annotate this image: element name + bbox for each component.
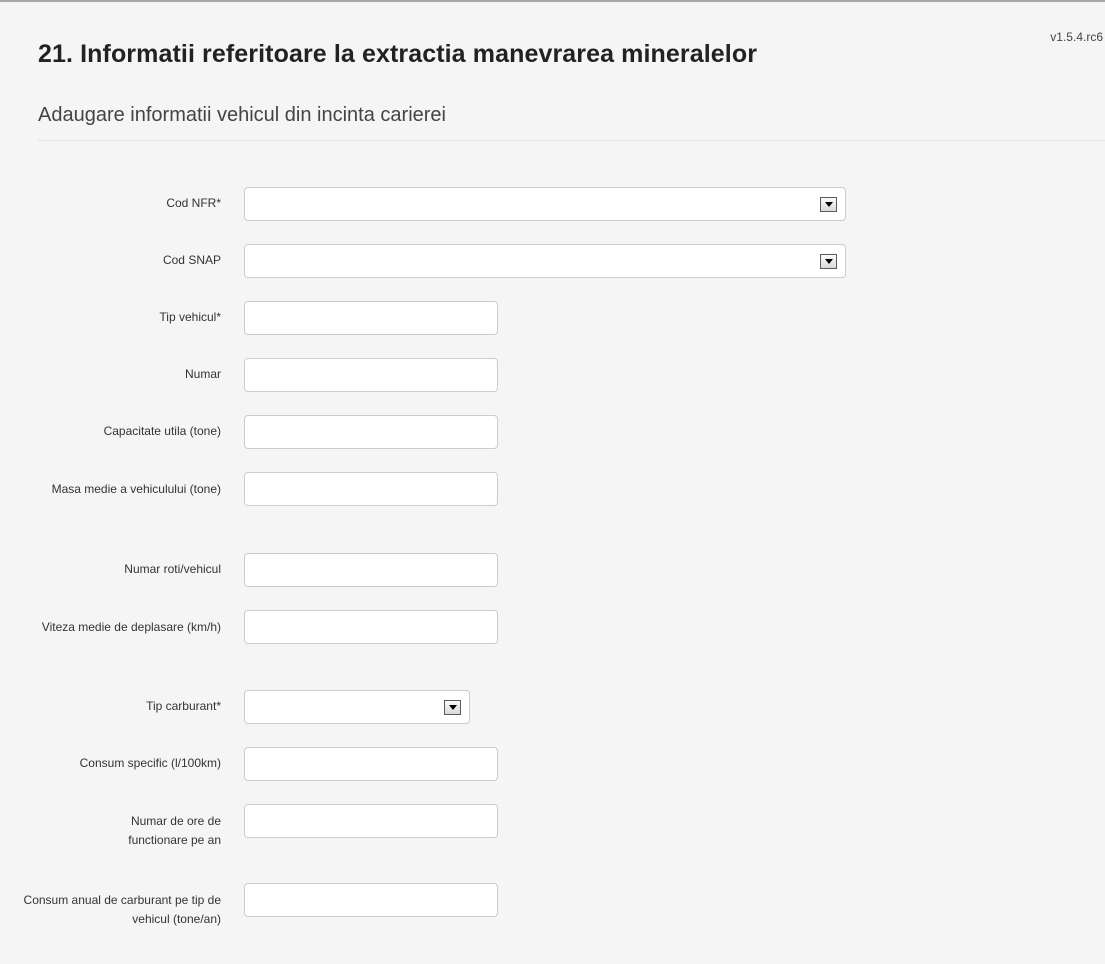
consum-anual-label: Consum anual de carburant pe tip de vehi… — [23, 893, 221, 926]
numar-input[interactable] — [244, 358, 498, 392]
numar-roti-input[interactable] — [244, 553, 498, 587]
cod-nfr-select[interactable] — [244, 187, 846, 221]
masa-medie-label: Masa medie a vehiculului (tone) — [51, 482, 221, 496]
tip-vehicul-input[interactable] — [244, 301, 498, 335]
dropdown-arrow-icon[interactable] — [820, 254, 837, 269]
tip-vehicul-label: Tip vehicul* — [159, 310, 221, 324]
numar-roti-label: Numar roti/vehicul — [124, 562, 221, 576]
capacitate-utila-input[interactable] — [244, 415, 498, 449]
numar-label: Numar — [184, 367, 221, 381]
page-title: 21. Informatii referitoare la extractia … — [38, 40, 758, 68]
form-subtitle: Adaugare informatii vehicul din incinta … — [38, 104, 446, 126]
consum-anual-input[interactable] — [244, 883, 498, 917]
tip-carburant-label: Tip carburant* — [146, 699, 221, 713]
consum-specific-label: Consum specific (l/100km) — [79, 756, 221, 770]
masa-medie-input[interactable] — [244, 472, 498, 506]
cod-nfr-label: Cod NFR* — [166, 196, 221, 210]
top-divider — [0, 0, 1105, 2]
dropdown-arrow-icon[interactable] — [820, 197, 837, 212]
subtitle-divider — [38, 140, 1105, 141]
ore-functionare-input[interactable] — [244, 804, 498, 838]
capacitate-utila-label: Capacitate utila (tone) — [103, 424, 221, 438]
dropdown-arrow-icon[interactable] — [444, 700, 461, 715]
viteza-medie-input[interactable] — [244, 610, 498, 644]
tip-carburant-select[interactable] — [244, 690, 470, 724]
cod-snap-label: Cod SNAP — [162, 253, 221, 267]
version-label: v1.5.4.rc6 — [1050, 30, 1103, 44]
cod-snap-select[interactable] — [244, 244, 846, 278]
viteza-medie-label: Viteza medie de deplasare (km/h) — [41, 620, 221, 634]
ore-functionare-label: Numar de ore de functionare pe an — [128, 814, 221, 847]
consum-specific-input[interactable] — [244, 747, 498, 781]
